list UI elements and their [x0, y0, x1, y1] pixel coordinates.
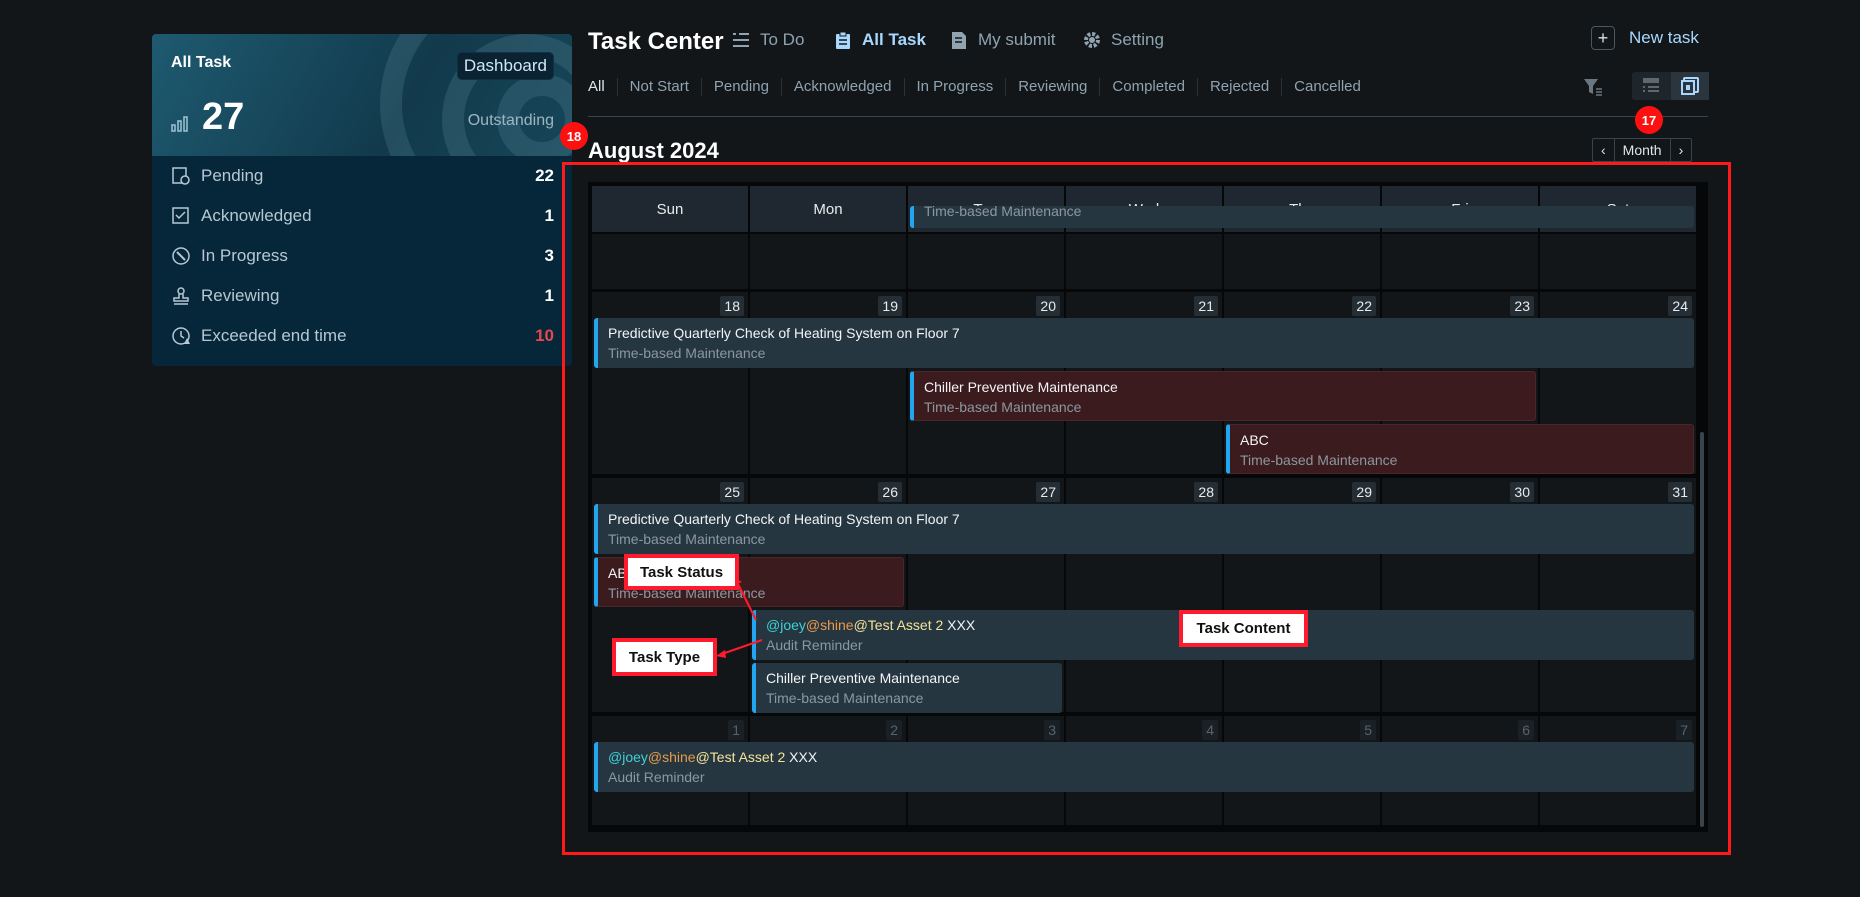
- annotation-arrows: [716, 578, 763, 658]
- callout-task-content: Task Content: [1179, 610, 1308, 647]
- callout-task-type: Task Type: [612, 638, 717, 676]
- callout-task-status: Task Status: [624, 554, 739, 590]
